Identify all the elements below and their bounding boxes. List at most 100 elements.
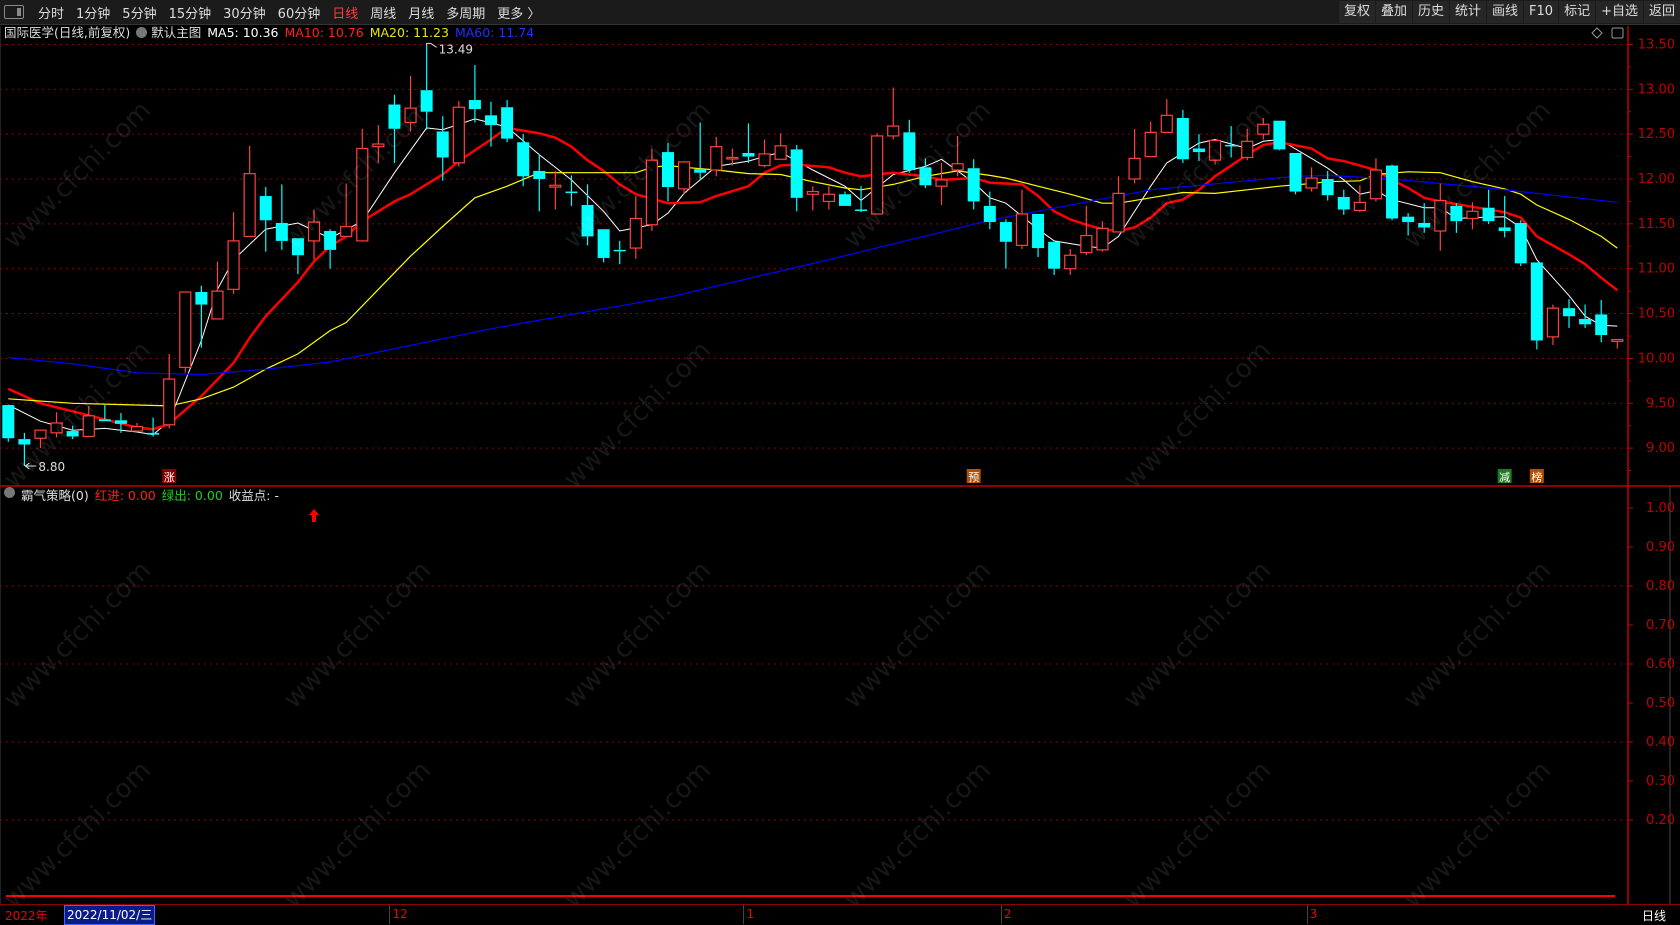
toolbar-button[interactable]: 返回	[1643, 1, 1680, 23]
candle-down	[275, 184, 288, 250]
indicator-name[interactable]: 霸气策略(0)	[21, 487, 89, 505]
period-label[interactable]: 日线	[1642, 907, 1666, 924]
candle-down	[18, 432, 31, 467]
month-divider	[743, 905, 745, 924]
high-pointer	[426, 42, 437, 48]
candle-body	[404, 107, 417, 124]
period-tab[interactable]: 月线	[402, 7, 440, 22]
period-tab[interactable]: 60分钟	[272, 7, 327, 22]
toolbar-button[interactable]: 画线	[1487, 1, 1524, 23]
candle-body	[1530, 262, 1543, 341]
candle-body	[388, 104, 401, 129]
candle-body	[1563, 308, 1576, 317]
period-tab[interactable]: 多周期	[440, 7, 491, 22]
period-tab[interactable]: 分时	[32, 7, 70, 22]
candle-body	[1579, 318, 1592, 325]
candle-up	[1305, 167, 1318, 192]
candle-up	[1611, 338, 1624, 349]
candle-body	[82, 415, 95, 438]
candle-body	[758, 153, 771, 167]
candle-body	[227, 240, 240, 290]
red-in-value: 红进: 0.00	[94, 488, 156, 503]
diamond-icon	[1591, 27, 1603, 39]
candle-body	[710, 146, 723, 171]
period-tab[interactable]: 15分钟	[163, 7, 218, 22]
candle-body	[452, 106, 465, 164]
price-tick-label: 10.00	[1638, 351, 1675, 366]
candle-body	[517, 142, 530, 177]
signal-marker-label: 预	[968, 471, 979, 484]
period-tab[interactable]: 周线	[364, 7, 402, 22]
candle-down	[1514, 220, 1527, 267]
candle-body	[935, 179, 948, 187]
candle-body	[1273, 120, 1286, 150]
month-divider	[1000, 905, 1002, 924]
candle-down	[1289, 152, 1302, 195]
chevron-down-icon[interactable]	[4, 487, 15, 498]
candle-up	[243, 145, 256, 238]
candle-body	[1321, 179, 1334, 196]
candle-up	[822, 186, 835, 210]
toolbar-button[interactable]: 叠加	[1375, 1, 1412, 23]
candle-body	[1064, 254, 1077, 270]
candle-body	[1402, 216, 1415, 223]
candle-down	[324, 229, 337, 269]
candle-body	[629, 217, 642, 249]
period-tabs: 分时 1分钟 5分钟 15分钟 30分钟 60分钟 日线 周线 月线 多周期 更多 〉	[32, 3, 546, 22]
candle-down	[1225, 126, 1238, 158]
period-tab[interactable]: 日线	[326, 7, 364, 22]
period-tab[interactable]: 1分钟	[70, 7, 116, 22]
candle-down	[1402, 213, 1415, 236]
candle-body	[1337, 196, 1350, 210]
candle-body	[307, 221, 321, 242]
toolbar-button[interactable]: 历史	[1412, 1, 1449, 23]
price-tick-label: 9.00	[1646, 441, 1675, 456]
candle-up	[404, 75, 417, 132]
candle-up	[871, 133, 884, 215]
candle-body	[1225, 144, 1238, 147]
candle-body	[597, 229, 610, 258]
candle-body	[1611, 338, 1624, 342]
panel-toggle-icon[interactable]	[4, 5, 24, 19]
candle-body	[1369, 169, 1383, 200]
candle-body	[565, 191, 578, 194]
candle-body	[1112, 192, 1125, 233]
candle-up	[1241, 128, 1254, 161]
candle-up	[806, 186, 819, 211]
candle-down	[838, 191, 851, 206]
toolbar-button[interactable]: 标记	[1559, 1, 1596, 23]
main-chart-selector[interactable]: 默认主图	[136, 24, 201, 42]
indicator-tick-label: 0.40	[1646, 735, 1675, 750]
candle-down	[533, 153, 546, 212]
candle-down	[1595, 300, 1608, 343]
candle-up	[1144, 121, 1157, 158]
kline-chart[interactable]: 13.5013.0012.5012.0011.5011.0010.5010.00…	[0, 0, 1680, 923]
month-label: 3	[1309, 907, 1318, 921]
candle-body	[291, 238, 304, 256]
candle-down	[1048, 241, 1061, 275]
candle-down	[66, 425, 79, 440]
candle-body	[324, 231, 337, 250]
candle-down	[613, 240, 626, 265]
candle-down	[468, 65, 481, 123]
candle-up	[1128, 128, 1141, 184]
candle-body	[1032, 213, 1045, 249]
candle-body	[983, 205, 996, 223]
candle-down	[1337, 189, 1350, 215]
candle-body	[806, 190, 819, 195]
toolbar-button[interactable]: F10	[1524, 1, 1559, 23]
price-tick-label: 12.50	[1638, 127, 1675, 142]
toolbar-button[interactable]: 复权	[1338, 1, 1375, 23]
candle-up	[549, 170, 562, 210]
candle-up	[211, 261, 224, 320]
candle-body	[613, 249, 626, 252]
candle-body	[919, 167, 932, 186]
candle-body	[1498, 227, 1511, 232]
period-tab[interactable]: 5分钟	[116, 7, 162, 22]
period-tab[interactable]: 30分钟	[217, 7, 272, 22]
candle-down	[485, 101, 497, 147]
toolbar-button[interactable]: +自选	[1596, 1, 1643, 23]
period-tab[interactable]: 更多 〉	[491, 7, 546, 22]
candle-down	[855, 186, 868, 213]
toolbar-button[interactable]: 统计	[1450, 1, 1487, 23]
